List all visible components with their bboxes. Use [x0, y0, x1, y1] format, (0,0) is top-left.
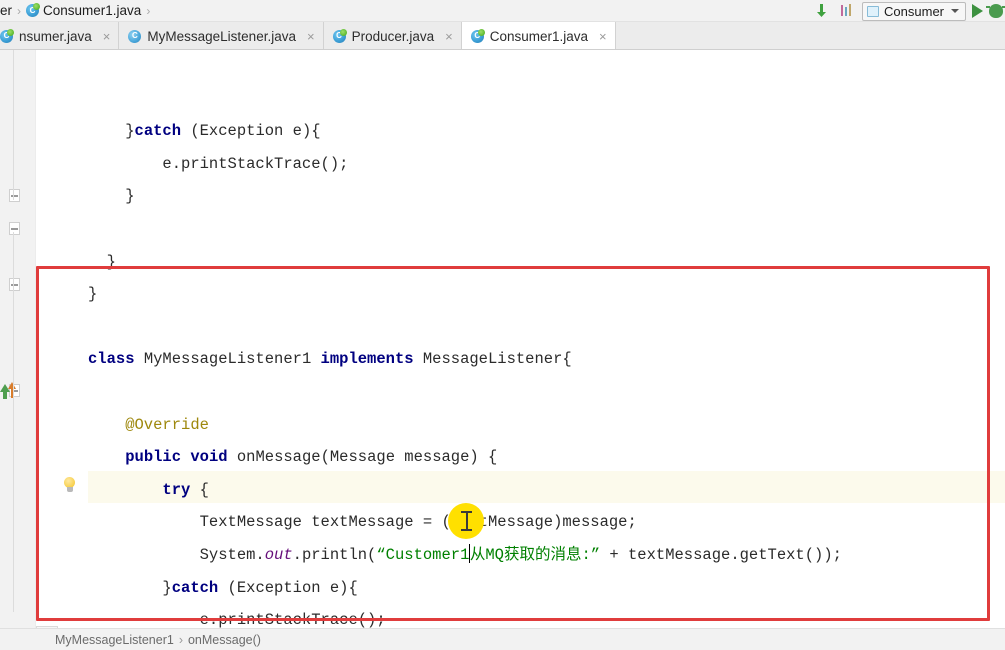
breadcrumb-separator-icon: ›	[17, 3, 22, 18]
status-breadcrumb-class[interactable]: MyMessageListener1	[55, 633, 174, 647]
code-text[interactable]: }catch (Exception e){ e.printStackTrace(…	[88, 50, 1005, 628]
mouse-ibeam-cursor	[461, 511, 472, 531]
breadcrumb-truncated-prefix[interactable]: er	[0, 3, 12, 18]
tab-label: nsumer.java	[19, 28, 92, 44]
code-line: class MyMessageListener1 implements Mess…	[88, 350, 572, 369]
toolbar-right-group: Consumer	[814, 0, 1005, 22]
run-configuration-name: Consumer	[884, 3, 944, 19]
chevron-down-icon	[951, 9, 959, 13]
code-line-caret: System.out.println(“Customer1从MQ获取的消息:” …	[88, 543, 842, 564]
code-line: try {	[162, 480, 209, 499]
java-class-icon: C	[470, 28, 485, 43]
java-class-icon: C	[26, 3, 41, 17]
tab-producer-java[interactable]: C Producer.java ×	[323, 22, 462, 49]
breadcrumb-item-consumer1[interactable]: C Consumer1.java	[26, 3, 141, 18]
code-line: }catch (Exception e){	[88, 122, 321, 141]
java-class-icon: C	[128, 29, 142, 43]
editor-tab-strip: C nsumer.java × C MyMessageListener.java…	[0, 22, 1005, 50]
module-icon	[867, 5, 880, 17]
code-line: public void onMessage(Message message) {	[125, 448, 498, 467]
status-breadcrumb-method[interactable]: onMessage()	[188, 633, 261, 647]
run-button[interactable]	[972, 4, 983, 18]
code-line: e.printStackTrace();	[88, 154, 349, 173]
editor-gutter[interactable]	[0, 50, 36, 628]
vcs-history-icon[interactable]	[838, 2, 856, 20]
tab-label: Producer.java	[351, 28, 435, 44]
run-configuration-selector[interactable]: Consumer	[862, 1, 966, 21]
editor-fold-gutter[interactable]	[36, 50, 88, 628]
ide-window: er › C Consumer1.java › Consumer C nsume…	[0, 0, 1005, 650]
fold-marker-collapsed-1[interactable]	[9, 189, 20, 202]
code-line: e.printStackTrace();	[88, 611, 386, 628]
status-breadcrumb-bar: MyMessageListener1 › onMessage()	[0, 628, 1005, 650]
update-project-icon[interactable]	[814, 2, 832, 20]
java-class-icon: C	[0, 28, 14, 43]
indent-guide	[13, 232, 14, 612]
code-line: TextMessage textMessage = (TextMessage)m…	[88, 513, 637, 532]
tab-label: Consumer1.java	[489, 28, 589, 44]
tab-label: MyMessageListener.java	[147, 28, 296, 44]
fold-marker-class-start[interactable]	[9, 278, 20, 291]
close-icon[interactable]: ×	[445, 30, 453, 43]
breadcrumb-separator-icon-2: ›	[146, 3, 151, 18]
navigation-bar: er › C Consumer1.java › Consumer	[0, 0, 1005, 22]
debug-button[interactable]	[986, 4, 1005, 18]
tab-consumer-java[interactable]: C nsumer.java ×	[0, 22, 120, 49]
indent-guide	[13, 50, 14, 200]
close-icon[interactable]: ×	[599, 30, 607, 43]
close-icon[interactable]: ×	[103, 30, 111, 43]
code-line: @Override	[88, 415, 209, 434]
breadcrumb: er › C Consumer1.java ›	[0, 3, 155, 18]
implementing-method-arrow-icon[interactable]	[0, 382, 18, 400]
code-line: }catch (Exception e){	[88, 578, 358, 597]
tab-consumer1-java[interactable]: C Consumer1.java ×	[461, 22, 616, 49]
intention-bulb-icon[interactable]	[63, 477, 76, 494]
code-line: }	[88, 187, 135, 206]
breadcrumb-item-label: Consumer1.java	[43, 3, 142, 18]
tab-mymessagelistener-java[interactable]: C MyMessageListener.java ×	[119, 22, 324, 49]
close-icon[interactable]: ×	[307, 30, 315, 43]
code-editor[interactable]: }catch (Exception e){ e.printStackTrace(…	[0, 50, 1005, 628]
fold-marker-collapsed-2[interactable]	[9, 222, 20, 235]
java-class-icon: C	[332, 28, 347, 43]
code-line: }	[88, 285, 98, 304]
code-line: }	[88, 252, 116, 271]
status-breadcrumb-separator: ›	[178, 632, 183, 647]
